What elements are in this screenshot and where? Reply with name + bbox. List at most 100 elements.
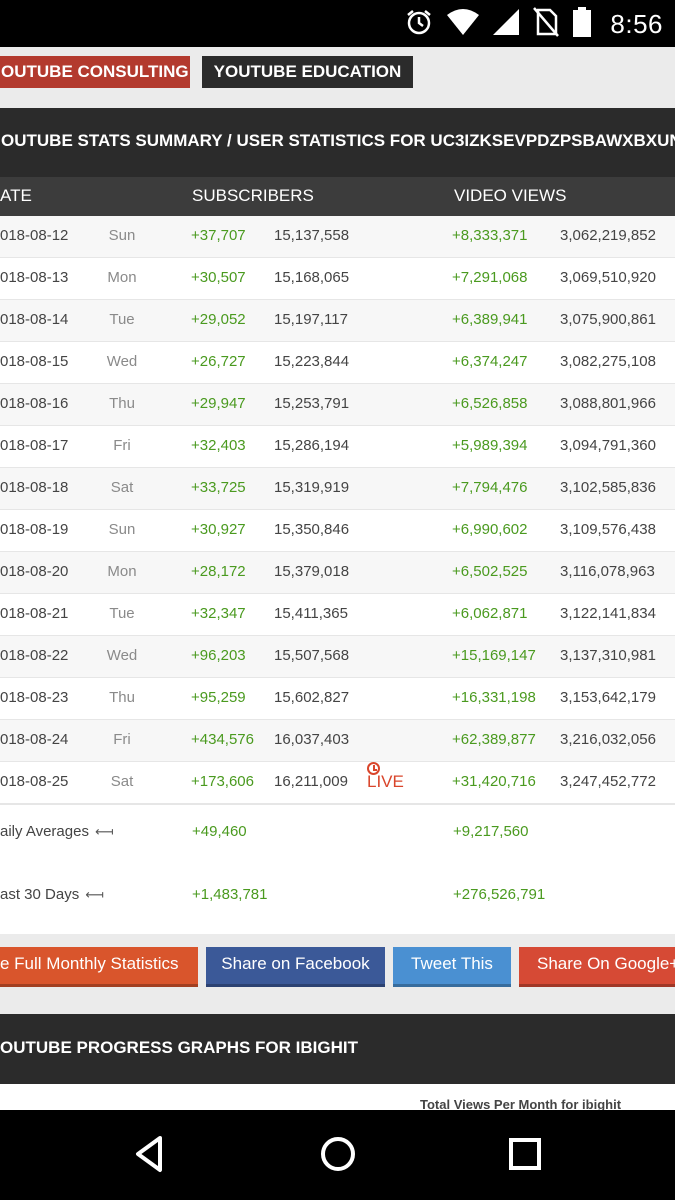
table-row: 018-08-16 Thu +29,947 15,253,791 +6,526,858 3…: [0, 384, 675, 426]
tweet-this-button[interactable]: Tweet This: [393, 947, 511, 987]
subscriber-gain-cell: +33,725: [191, 479, 246, 496]
subscribers-cell: 15,411,365: [274, 605, 348, 622]
view-gain-cell: +6,502,525: [452, 563, 528, 580]
subscribers-cell: 15,319,919: [274, 479, 350, 496]
date-cell: 018-08-20: [0, 563, 69, 580]
no-sim-icon: [533, 6, 559, 42]
day-cell: Mon: [107, 563, 137, 580]
date-cell: 018-08-18: [0, 479, 69, 496]
last-30-subs: +1,483,781: [192, 886, 268, 903]
table-row: 018-08-13 Mon +30,507 15,168,065 +7,291,068 3…: [0, 258, 675, 300]
view-gain-cell: +62,389,877: [452, 731, 536, 748]
views-cell: 3,082,275,108: [560, 353, 656, 370]
date-cell: 018-08-13: [0, 269, 69, 286]
recents-icon[interactable]: [503, 1132, 547, 1176]
youtube-education-button[interactable]: YOUTUBE EDUCATION: [202, 56, 413, 88]
day-cell: Fri: [113, 731, 131, 748]
subscriber-gain-cell: +30,507: [191, 269, 246, 286]
day-cell: Sun: [108, 521, 136, 538]
chart-area: Total Views Per Month for ibighit: [0, 1084, 675, 1110]
day-cell: Tue: [109, 605, 135, 622]
table-row: 018-08-12 Sun +37,707 15,137,558 +8,333,371 3…: [0, 216, 675, 258]
full-monthly-statistics-button[interactable]: e Full Monthly Statistics: [0, 947, 198, 987]
subscribers-cell: 15,379,018: [274, 563, 350, 580]
home-icon[interactable]: [316, 1132, 360, 1176]
stats-summary-title: OUTUBE STATS SUMMARY / USER STATISTICS F…: [1, 131, 675, 150]
subscribers-column-header: SUBSCRIBERS: [192, 186, 314, 205]
day-cell: Fri: [113, 437, 131, 454]
subscriber-gain-cell: +96,203: [191, 647, 246, 664]
wifi-icon: [447, 8, 479, 40]
views-cell: 3,122,141,834: [560, 605, 656, 622]
views-cell: 3,216,032,056: [560, 731, 656, 748]
day-cell: Thu: [109, 689, 135, 706]
progress-graphs-header: OUTUBE PROGRESS GRAPHS FOR IBIGHIT: [0, 1014, 675, 1084]
subscribers-cell: 15,197,117: [274, 311, 348, 328]
video-views-column-header: VIDEO VIEWS: [454, 186, 567, 205]
youtube-consulting-button[interactable]: OUTUBE CONSULTING: [0, 56, 190, 88]
back-icon[interactable]: [128, 1132, 172, 1176]
table-row: 018-08-25 Sat +173,606 16,211,009 +31,420,71…: [0, 762, 675, 804]
share-on-facebook-button[interactable]: Share on Facebook: [206, 947, 385, 987]
views-cell: 3,137,310,981: [560, 647, 656, 664]
status-bar: 8:56: [0, 0, 675, 47]
views-cell: 3,102,585,836: [560, 479, 656, 496]
view-gain-cell: +7,291,068: [452, 269, 528, 286]
day-cell: Mon: [107, 269, 137, 286]
subscriber-gain-cell: +434,576: [191, 731, 254, 748]
views-cell: 3,069,510,920: [560, 269, 656, 286]
date-cell: 018-08-16: [0, 395, 69, 412]
table-header: ATE SUBSCRIBERS VIDEO VIEWS: [0, 177, 675, 216]
subscribers-cell: 15,286,194: [274, 437, 350, 454]
day-cell: Sun: [108, 227, 136, 244]
view-gain-cell: +6,062,871: [452, 605, 528, 622]
day-cell: Wed: [106, 647, 138, 664]
table-row: 018-08-14 Tue +29,052 15,197,117 +6,389,941 3…: [0, 300, 675, 342]
views-cell: 3,094,791,360: [560, 437, 656, 454]
views-cell: 3,088,801,966: [560, 395, 656, 412]
table-row: 018-08-15 Wed +26,727 15,223,844 +6,374,247 3…: [0, 342, 675, 384]
day-cell: Sat: [110, 479, 134, 496]
clock: 8:56: [610, 9, 663, 39]
view-gain-cell: +6,374,247: [452, 353, 528, 370]
subscriber-gain-cell: +29,947: [191, 395, 246, 412]
subscriber-gain-cell: +37,707: [191, 227, 246, 244]
date-cell: 018-08-17: [0, 437, 69, 454]
date-cell: 018-08-19: [0, 521, 69, 538]
view-gain-cell: +31,420,716: [452, 773, 536, 790]
last-30-days-label: ast 30 Days: [0, 886, 80, 903]
daily-averages-row: aily Averages ⟻ +49,460 +9,217,560: [0, 804, 675, 867]
date-cell: 018-08-12: [0, 227, 69, 244]
live-indicator[interactable]: LIVE: [367, 762, 404, 802]
subscriber-gain-cell: +95,259: [191, 689, 246, 706]
share-icon[interactable]: ⟻: [85, 885, 104, 905]
date-cell: 018-08-21: [0, 605, 69, 622]
subscriber-gain-cell: +32,403: [191, 437, 246, 454]
view-gain-cell: +5,989,394: [452, 437, 528, 454]
share-on-google-button[interactable]: Share On Google+: [519, 947, 675, 987]
views-cell: 3,247,452,772: [560, 773, 656, 790]
date-cell: 018-08-25: [0, 773, 69, 790]
daily-avg-subs: +49,460: [192, 823, 247, 840]
daily-averages-label: aily Averages: [0, 823, 89, 840]
subscriber-gain-cell: +173,606: [191, 773, 254, 790]
last-30-days-label-wrap: ast 30 Days ⟻: [0, 885, 104, 905]
alarm-icon: [405, 8, 433, 41]
day-cell: Wed: [106, 353, 138, 370]
share-icon[interactable]: ⟻: [95, 822, 114, 842]
view-gain-cell: +6,389,941: [452, 311, 528, 328]
day-cell: Tue: [109, 311, 135, 328]
views-cell: 3,062,219,852: [560, 227, 656, 244]
date-cell: 018-08-14: [0, 311, 69, 328]
views-cell: 3,075,900,861: [560, 311, 656, 328]
view-gain-cell: +8,333,371: [452, 227, 528, 244]
views-cell: 3,109,576,438: [560, 521, 656, 538]
android-nav-bar: [0, 1110, 675, 1200]
subscribers-cell: 15,350,846: [274, 521, 350, 538]
table-row: 018-08-17 Fri +32,403 15,286,194 +5,989,394 3…: [0, 426, 675, 468]
stats-table: 018-08-12 Sun +37,707 15,137,558 +8,333,371 3…: [0, 216, 675, 804]
date-cell: 018-08-15: [0, 353, 69, 370]
cell-signal-icon: [493, 8, 519, 40]
table-row: 018-08-19 Sun +30,927 15,350,846 +6,990,602 3…: [0, 510, 675, 552]
view-gain-cell: +6,990,602: [452, 521, 528, 538]
